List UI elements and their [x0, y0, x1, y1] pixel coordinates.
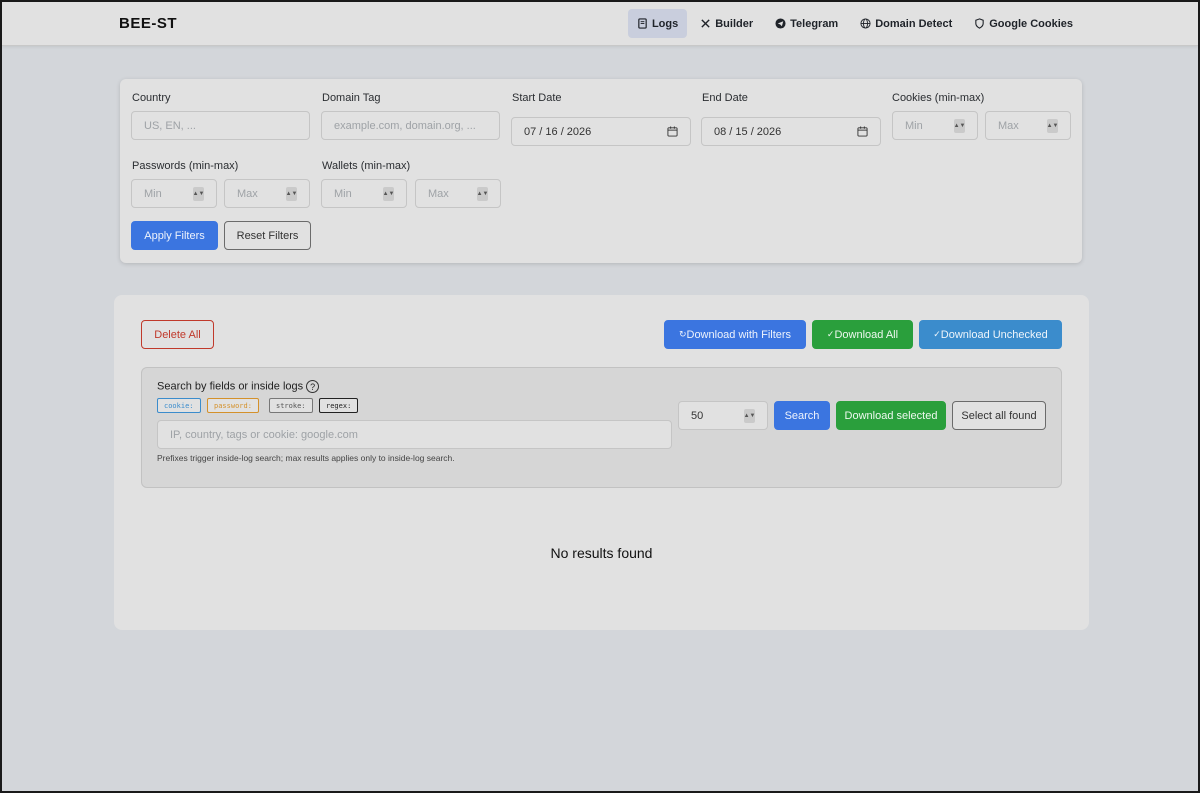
- wallets-label: Wallets (min-max): [322, 160, 411, 172]
- shield-icon: [975, 18, 984, 29]
- search-input[interactable]: IP, country, tags or cookie: google.com: [157, 420, 672, 449]
- max-results-input[interactable]: 50 ▲▼: [678, 401, 768, 430]
- telegram-icon: [775, 18, 786, 29]
- cookies-max-input[interactable]: Max ▲▼: [985, 111, 1071, 140]
- country-input[interactable]: US, EN, ...: [131, 111, 310, 140]
- passwords-max-placeholder: Max: [237, 187, 258, 200]
- refresh-icon: ↻: [678, 329, 687, 339]
- cookies-min-input[interactable]: Min ▲▼: [892, 111, 978, 140]
- wallets-max-placeholder: Max: [428, 187, 449, 200]
- cookies-label: Cookies (min-max): [892, 92, 985, 104]
- reset-filters-button[interactable]: Reset Filters: [224, 221, 311, 250]
- domain-tag-label: Domain Tag: [322, 92, 381, 104]
- download-unchecked-button[interactable]: ✓ Download Unchecked: [919, 320, 1062, 349]
- max-results-value: 50: [691, 409, 704, 422]
- calendar-icon: [667, 126, 678, 137]
- help-icon[interactable]: ?: [306, 380, 320, 393]
- nav-logs-label: Logs: [651, 17, 679, 30]
- globe-icon: [860, 18, 871, 29]
- cookies-min-placeholder: Min: [905, 119, 923, 132]
- stepper-icon[interactable]: ▲▼: [286, 186, 297, 201]
- logs-icon: [638, 18, 647, 29]
- passwords-min-placeholder: Min: [144, 187, 162, 200]
- stepper-icon[interactable]: ▲▼: [954, 118, 965, 133]
- nav-google-cookies-label: Google Cookies: [989, 17, 1073, 30]
- nav-google-cookies[interactable]: Google Cookies: [965, 9, 1082, 38]
- nav-telegram-label: Telegram: [790, 17, 839, 30]
- top-navbar: BEE-ST Logs Builder Telegram Domain Dete…: [2, 2, 1198, 46]
- cookies-max-placeholder: Max: [998, 119, 1019, 132]
- tools-icon: [701, 19, 710, 28]
- domain-tag-input[interactable]: example.com, domain.org, ...: [321, 111, 500, 140]
- search-title: Search by fields or inside logs?: [157, 380, 320, 393]
- nav-builder[interactable]: Builder: [691, 9, 762, 38]
- chip-password[interactable]: password:: [207, 398, 259, 413]
- download-with-filters-label: Download with Filters: [686, 328, 792, 341]
- download-all-label: Download All: [834, 328, 899, 341]
- search-panel: Search by fields or inside logs? cookie:…: [141, 367, 1062, 488]
- calendar-icon: [857, 126, 868, 137]
- country-label: Country: [132, 92, 171, 104]
- download-with-filters-button[interactable]: ↻ Download with Filters: [664, 320, 806, 349]
- filter-card: Country US, EN, ... Domain Tag example.c…: [120, 79, 1082, 263]
- end-date-input[interactable]: 08 / 15 / 2026: [701, 117, 881, 146]
- chip-regex[interactable]: regex:: [319, 398, 359, 413]
- stepper-icon[interactable]: ▲▼: [383, 186, 394, 201]
- wallets-min-input[interactable]: Min ▲▼: [321, 179, 407, 208]
- start-date-input[interactable]: 07 / 16 / 2026: [511, 117, 691, 146]
- download-selected-button[interactable]: Download selected: [836, 401, 946, 430]
- download-all-button[interactable]: ✓ Download All: [812, 320, 913, 349]
- apply-filters-button[interactable]: Apply Filters: [131, 221, 218, 250]
- no-results-message: No results found: [550, 545, 653, 561]
- search-hint: Prefixes trigger inside-log search; max …: [157, 453, 455, 463]
- nav-logs[interactable]: Logs: [627, 9, 688, 38]
- select-all-found-button[interactable]: Select all found: [952, 401, 1046, 430]
- results-card: Delete All ↻ Download with Filters ✓ Downl…: [114, 295, 1089, 630]
- main-nav: Logs Builder Telegram Domain Detect Goog…: [627, 9, 1082, 38]
- delete-all-button[interactable]: Delete All: [141, 320, 214, 349]
- check-icon: ✓: [826, 329, 835, 339]
- nav-domain-detect[interactable]: Domain Detect: [851, 9, 961, 38]
- passwords-min-input[interactable]: Min ▲▼: [131, 179, 217, 208]
- start-date-label: Start Date: [512, 92, 562, 104]
- download-unchecked-label: Download Unchecked: [940, 328, 1048, 341]
- chip-cookie[interactable]: cookie:: [157, 398, 201, 413]
- end-date-label: End Date: [702, 92, 748, 104]
- end-date-value: 08 / 15 / 2026: [714, 125, 782, 138]
- chip-stroke[interactable]: stroke:: [269, 398, 313, 413]
- passwords-max-input[interactable]: Max ▲▼: [224, 179, 310, 208]
- check-icon: ✓: [933, 329, 941, 339]
- wallets-max-input[interactable]: Max ▲▼: [415, 179, 501, 208]
- wallets-min-placeholder: Min: [334, 187, 352, 200]
- search-button[interactable]: Search: [774, 401, 830, 430]
- passwords-label: Passwords (min-max): [132, 160, 239, 172]
- start-date-value: 07 / 16 / 2026: [524, 125, 592, 138]
- stepper-icon[interactable]: ▲▼: [193, 186, 204, 201]
- search-title-text: Search by fields or inside logs: [157, 380, 304, 393]
- nav-domain-detect-label: Domain Detect: [875, 17, 953, 30]
- nav-builder-label: Builder: [715, 17, 754, 30]
- stepper-icon[interactable]: ▲▼: [744, 408, 755, 423]
- nav-telegram[interactable]: Telegram: [766, 9, 847, 38]
- brand-logo[interactable]: BEE-ST: [119, 15, 177, 32]
- stepper-icon[interactable]: ▲▼: [477, 186, 488, 201]
- stepper-icon[interactable]: ▲▼: [1047, 118, 1058, 133]
